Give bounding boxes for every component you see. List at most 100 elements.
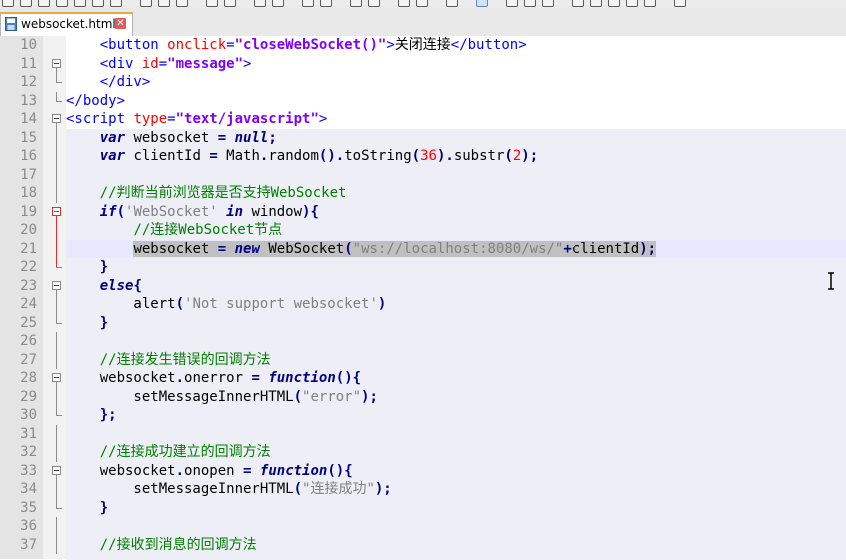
code-text[interactable]: setMessageInnerHTML("连接成功");: [66, 480, 846, 499]
code-text[interactable]: //连接成功建立的回调方法: [66, 443, 846, 462]
fold-collapse-icon[interactable]: [52, 465, 61, 475]
code-line[interactable]: 19 if('WebSocket' in window){: [0, 203, 846, 222]
cut-icon[interactable]: [140, 0, 152, 7]
code-line[interactable]: 23 else{: [0, 277, 846, 296]
code-line[interactable]: 30 };: [0, 406, 846, 425]
code-text[interactable]: <div id="message">: [66, 55, 846, 74]
code-line[interactable]: 16 var clientId = Math.random().toString…: [0, 147, 846, 166]
code-line[interactable]: 21 websocket = new WebSocket("ws://local…: [0, 239, 846, 258]
undo-icon[interactable]: [206, 0, 218, 7]
fold-collapse-icon[interactable]: [52, 206, 61, 216]
code-text[interactable]: setMessageInnerHTML("error");: [66, 388, 846, 407]
close-icon[interactable]: [74, 0, 86, 7]
code-text[interactable]: </body>: [66, 92, 846, 111]
copy-icon[interactable]: [158, 0, 170, 7]
fold-collapse-icon[interactable]: [52, 114, 61, 123]
redo-icon[interactable]: [224, 0, 236, 7]
folder-workspace-icon[interactable]: [524, 0, 536, 7]
code-line[interactable]: 32 //连接成功建立的回调方法: [0, 443, 846, 462]
record-macro-icon[interactable]: [572, 0, 584, 7]
code-line[interactable]: 34 setMessageInnerHTML("连接成功");: [0, 480, 846, 499]
spell-check-icon[interactable]: [674, 0, 686, 7]
code-line[interactable]: 15 var websocket = null;: [0, 128, 846, 148]
monitoring-icon[interactable]: [542, 0, 554, 7]
run-macro-icon[interactable]: [626, 0, 638, 7]
save-macro-icon[interactable]: [644, 0, 656, 7]
stop-macro-icon[interactable]: [590, 0, 602, 7]
code-text[interactable]: <button onclick="closeWebSocket()">关闭连接<…: [66, 36, 846, 55]
close-all-icon[interactable]: [92, 0, 104, 7]
fold-collapse-icon[interactable]: [52, 58, 61, 68]
code-line[interactable]: 12 </div>: [0, 73, 846, 92]
code-text[interactable]: };: [66, 406, 846, 425]
code-text[interactable]: alert('Not support websocket'): [66, 295, 846, 314]
code-line[interactable]: 26: [0, 332, 846, 351]
replace-icon[interactable]: [272, 0, 284, 7]
fold-collapse-icon[interactable]: [52, 280, 61, 290]
code-text[interactable]: else{: [66, 277, 846, 296]
code-line[interactable]: 22 }: [0, 258, 846, 277]
code-editor[interactable]: 10 <button onclick="closeWebSocket()">关闭…: [0, 36, 846, 560]
save-icon[interactable]: [38, 0, 50, 7]
code-line[interactable]: 24 alert('Not support websocket'): [0, 295, 846, 314]
code-text[interactable]: if('WebSocket' in window){: [66, 203, 846, 222]
code-text[interactable]: [66, 517, 846, 536]
show-all-chars-icon[interactable]: [398, 0, 410, 7]
play-macro-icon[interactable]: [608, 0, 620, 7]
language-icon[interactable]: [446, 0, 458, 7]
code-text[interactable]: websocket.onerror = function(){: [66, 369, 846, 388]
code-line[interactable]: 37 //接收到消息的回调方法: [0, 535, 846, 555]
indent-guide-icon[interactable]: [416, 0, 428, 7]
code-text[interactable]: //连接发生错误的回调方法: [66, 351, 846, 370]
code-line[interactable]: 33 websocket.onopen = function(){: [0, 462, 846, 481]
code-text[interactable]: }: [66, 499, 846, 518]
code-line[interactable]: 20 //连接WebSocket节点: [0, 221, 846, 240]
zoom-out-icon[interactable]: [320, 0, 332, 7]
fold-collapse-icon[interactable]: [52, 373, 61, 382]
code-text[interactable]: [66, 166, 846, 185]
code-text[interactable]: [66, 425, 846, 444]
code-line[interactable]: 35 }: [0, 498, 846, 518]
code-token: 关闭连接: [394, 37, 451, 53]
code-text[interactable]: <script type="text/javascript">: [66, 110, 846, 129]
sync-scroll-icon[interactable]: [350, 0, 362, 7]
code-text[interactable]: //连接WebSocket节点: [66, 221, 846, 240]
code-text[interactable]: }: [66, 314, 846, 333]
code-text[interactable]: }: [66, 258, 846, 277]
code-text[interactable]: //判断当前浏览器是否支持WebSocket: [66, 184, 846, 203]
code-text[interactable]: var clientId = Math.random().toString(36…: [66, 147, 846, 166]
code-line[interactable]: 25 }: [0, 313, 846, 333]
paste-icon[interactable]: [176, 0, 188, 7]
find-icon[interactable]: [254, 0, 266, 7]
code-text[interactable]: websocket.onopen = function(){: [66, 462, 846, 481]
document-map-icon[interactable]: [476, 0, 488, 7]
tab-websocket-html[interactable]: websocket.html ✕: [0, 12, 133, 36]
open-file-icon[interactable]: [20, 0, 32, 7]
code-line[interactable]: 10 <button onclick="closeWebSocket()">关闭…: [0, 36, 846, 55]
code-line[interactable]: 17: [0, 165, 846, 185]
function-list-icon[interactable]: [506, 0, 518, 7]
word-wrap-icon[interactable]: [368, 0, 380, 7]
code-text[interactable]: [66, 332, 846, 351]
code-line[interactable]: 14 <script type="text/javascript">: [0, 110, 846, 129]
new-file-icon[interactable]: [2, 0, 14, 7]
print-icon[interactable]: [110, 0, 122, 7]
code-text[interactable]: websocket = new WebSocket("ws://localhos…: [66, 239, 846, 258]
code-line[interactable]: 36: [0, 517, 846, 536]
code-text[interactable]: var websocket = null;: [66, 129, 846, 148]
code-line[interactable]: 28 websocket.onerror = function(){: [0, 369, 846, 388]
zoom-in-icon[interactable]: [302, 0, 314, 7]
code-line[interactable]: 13 </body>: [0, 91, 846, 111]
code-line[interactable]: 11 <div id="message">: [0, 55, 846, 74]
code-text[interactable]: </div>: [66, 73, 846, 92]
tab-close-icon[interactable]: ✕: [115, 18, 126, 29]
code-line[interactable]: 18 //判断当前浏览器是否支持WebSocket: [0, 184, 846, 203]
code-text[interactable]: //接收到消息的回调方法: [66, 536, 846, 555]
code-line[interactable]: 31: [0, 424, 846, 444]
code-token: (: [175, 296, 185, 312]
save-all-icon[interactable]: [56, 0, 68, 7]
code-line[interactable]: 29 setMessageInnerHTML("error");: [0, 387, 846, 407]
code-line[interactable]: 27 //连接发生错误的回调方法: [0, 350, 846, 370]
